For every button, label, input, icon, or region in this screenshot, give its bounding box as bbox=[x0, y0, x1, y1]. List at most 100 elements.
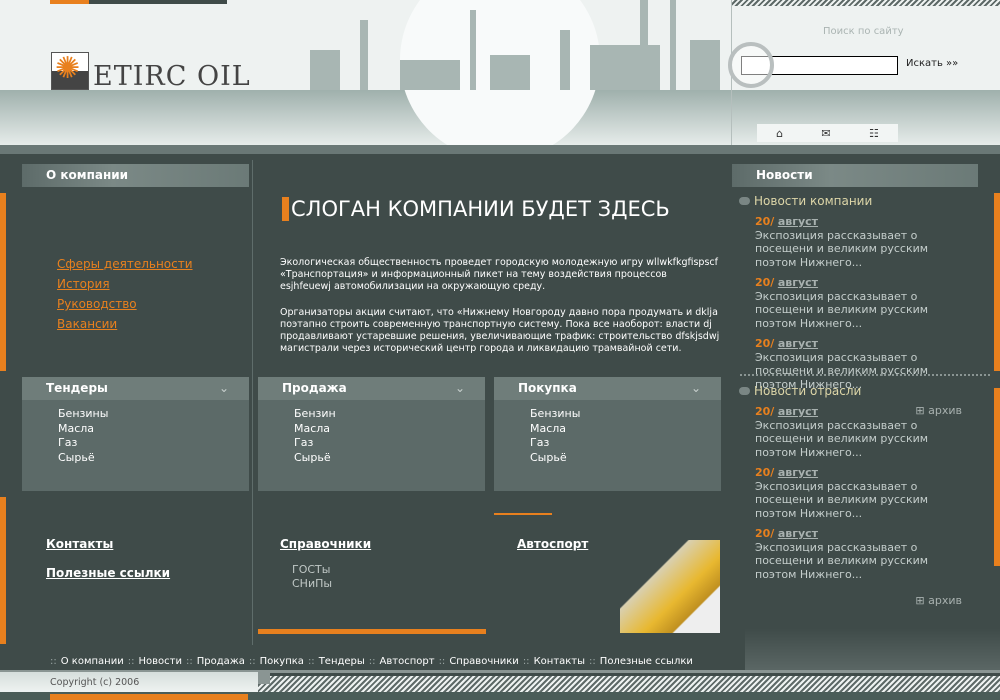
link-history[interactable]: История bbox=[57, 274, 193, 294]
news-day: 20/ bbox=[755, 215, 775, 228]
gold-car-image bbox=[620, 540, 720, 633]
about-header: О компании bbox=[22, 164, 249, 187]
box-purchase: Покупка ⌄ Бензины Масла Газ Сырьё bbox=[494, 377, 721, 491]
news-item[interactable]: 20/ август Экспозиция рассказывает о посе… bbox=[732, 276, 962, 330]
list-item[interactable]: Бензин bbox=[294, 407, 485, 422]
mail-icon[interactable]: ✉ bbox=[821, 127, 830, 140]
news-day: 20/ bbox=[755, 405, 775, 418]
list-item[interactable]: Газ bbox=[530, 436, 721, 451]
accent-line bbox=[494, 513, 552, 515]
list-item[interactable]: Сырьё bbox=[530, 451, 721, 466]
news-text: Экспозиция рассказывает о посещени и вел… bbox=[755, 418, 929, 459]
news-month[interactable]: август bbox=[778, 337, 818, 350]
news-divider bbox=[740, 374, 990, 376]
news-item[interactable]: 20/ август Экспозиция рассказывает о посе… bbox=[732, 337, 962, 391]
sun-logo-icon bbox=[51, 52, 89, 90]
footer-link[interactable]: О компании bbox=[61, 656, 124, 667]
news-text: Экспозиция рассказывает о посещени и вел… bbox=[755, 289, 929, 330]
list-item[interactable]: Масла bbox=[58, 422, 249, 437]
news-day: 20/ bbox=[755, 276, 775, 289]
news-month[interactable]: август bbox=[778, 466, 818, 479]
hatch-decoration bbox=[732, 0, 1000, 6]
accent-marker bbox=[0, 193, 6, 371]
box-title: Тендеры bbox=[46, 381, 108, 395]
link-management[interactable]: Руководство bbox=[57, 294, 193, 314]
news-month[interactable]: август bbox=[778, 276, 818, 289]
news-item[interactable]: 20/ август Экспозиция рассказывает о посе… bbox=[732, 405, 962, 459]
news-section-title[interactable]: Новости отрасли bbox=[732, 384, 962, 398]
list-item[interactable]: Газ bbox=[58, 436, 249, 451]
header-stripe bbox=[0, 145, 1000, 154]
chevron-down-icon[interactable]: ⌄ bbox=[691, 377, 701, 400]
list-item[interactable]: Сырьё bbox=[294, 451, 485, 466]
news-month[interactable]: август bbox=[778, 405, 818, 418]
news-month[interactable]: август bbox=[778, 527, 818, 540]
news-header: Новости bbox=[732, 164, 978, 187]
search-label: Поиск по сайту bbox=[823, 26, 904, 37]
list-item[interactable]: Масла bbox=[294, 422, 485, 437]
slogan: СЛОГАН КОМПАНИИ БУДЕТ ЗДЕСЬ bbox=[282, 197, 670, 221]
news-item[interactable]: 20/ август Экспозиция рассказывает о посе… bbox=[732, 527, 962, 581]
footer-link[interactable]: Контакты bbox=[534, 656, 585, 667]
footer-link[interactable]: Автоспорт bbox=[380, 656, 435, 667]
footer-link[interactable]: Продажа bbox=[197, 656, 245, 667]
news-day: 20/ bbox=[755, 527, 775, 540]
link-useful[interactable]: Полезные ссылки bbox=[46, 566, 170, 580]
footer-link[interactable]: Покупка bbox=[260, 656, 304, 667]
news-day: 20/ bbox=[755, 466, 775, 479]
link-vacancies[interactable]: Вакансии bbox=[57, 314, 193, 334]
box-title: Продажа bbox=[282, 381, 347, 395]
footer-link[interactable]: Полезные ссылки bbox=[600, 656, 693, 667]
list-item[interactable]: Сырьё bbox=[58, 451, 249, 466]
accent-marker bbox=[0, 497, 6, 644]
link-autosport[interactable]: Автоспорт bbox=[517, 537, 588, 551]
news-item[interactable]: 20/ август Экспозиция рассказывает о посе… bbox=[732, 215, 962, 269]
corner-block bbox=[258, 672, 270, 684]
link-gost[interactable]: ГОСТы bbox=[292, 563, 330, 577]
news-text: Экспозиция рассказывает о посещени и вел… bbox=[755, 479, 929, 520]
list-item[interactable]: Газ bbox=[294, 436, 485, 451]
box-title: Покупка bbox=[518, 381, 577, 395]
accent-marker bbox=[50, 694, 248, 700]
footer-link[interactable]: Новости bbox=[138, 656, 181, 667]
news-text: Экспозиция рассказывает о посещени и вел… bbox=[755, 540, 929, 581]
accent-line bbox=[258, 629, 486, 634]
news-text: Экспозиция рассказывает о посещени и вел… bbox=[755, 228, 929, 269]
link-activities[interactable]: Сферы деятельности bbox=[57, 254, 193, 274]
quick-icons: ⌂ ✉ ☷ bbox=[757, 124, 898, 142]
news-industry: Новости отрасли 20/ август Экспозиция рас… bbox=[732, 384, 962, 608]
logo[interactable]: ETIRC OIL bbox=[51, 52, 251, 90]
search-button[interactable]: Искать »» bbox=[906, 58, 958, 69]
news-section-title[interactable]: Новости компании bbox=[732, 194, 962, 208]
column-divider bbox=[252, 160, 253, 645]
accent-marker bbox=[994, 388, 1000, 566]
news-item[interactable]: 20/ август Экспозиция рассказывает о посе… bbox=[732, 466, 962, 520]
list-item[interactable]: Масла bbox=[530, 422, 721, 437]
link-snip[interactable]: СНиПы bbox=[292, 577, 332, 591]
news-day: 20/ bbox=[755, 337, 775, 350]
hatch-decoration bbox=[258, 676, 1000, 692]
box-sales: Продажа ⌄ Бензин Масла Газ Сырьё bbox=[258, 377, 485, 491]
link-references[interactable]: Справочники bbox=[280, 537, 371, 551]
home-icon[interactable]: ⌂ bbox=[776, 127, 783, 140]
brand-name: ETIRC OIL bbox=[93, 61, 251, 92]
about-links: Сферы деятельности История Руководство В… bbox=[57, 254, 193, 334]
box-header[interactable]: Тендеры ⌄ bbox=[22, 377, 249, 400]
footer-link[interactable]: Тендеры bbox=[319, 656, 365, 667]
oil-refinery-illustration bbox=[300, 0, 730, 145]
box-header[interactable]: Покупка ⌄ bbox=[494, 377, 721, 400]
magnifier-icon bbox=[728, 42, 774, 88]
list-item[interactable]: Бензины bbox=[530, 407, 721, 422]
paragraph: Организаторы акции считают, что «Нижнему… bbox=[280, 307, 720, 354]
chevron-down-icon[interactable]: ⌄ bbox=[455, 377, 465, 400]
sitemap-icon[interactable]: ☷ bbox=[869, 127, 879, 140]
copyright: Copyright (c) 2006 bbox=[0, 672, 258, 692]
box-tenders: Тендеры ⌄ Бензины Масла Газ Сырьё bbox=[22, 377, 249, 491]
refinery-silhouette bbox=[745, 600, 1000, 672]
news-month[interactable]: август bbox=[778, 215, 818, 228]
list-item[interactable]: Бензины bbox=[58, 407, 249, 422]
link-contacts[interactable]: Контакты bbox=[46, 537, 113, 551]
box-header[interactable]: Продажа ⌄ bbox=[258, 377, 485, 400]
footer-link[interactable]: Справочники bbox=[449, 656, 519, 667]
chevron-down-icon[interactable]: ⌄ bbox=[219, 377, 229, 400]
